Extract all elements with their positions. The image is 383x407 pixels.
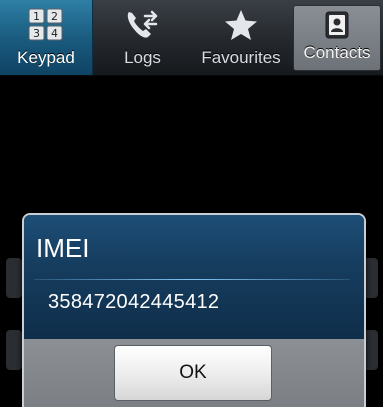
tab-favourites[interactable]: Favourites xyxy=(192,0,290,75)
keypad-digit-1: 1 xyxy=(33,10,40,23)
keypad-digit-2: 2 xyxy=(51,10,58,23)
imei-number: 358472042445412 xyxy=(48,291,220,313)
keypad-digit-4: 4 xyxy=(51,27,58,40)
tab-favourites-label: Favourites xyxy=(201,48,281,67)
keypad-digit-3: 3 xyxy=(33,27,40,40)
call-logs-icon xyxy=(125,8,161,42)
background-list-item xyxy=(6,330,22,370)
tab-logs-label: Logs xyxy=(124,48,161,67)
dialog-header: IMEI 358472042445412 xyxy=(24,215,364,339)
background-list-item xyxy=(6,258,22,298)
tab-logs[interactable]: Logs xyxy=(93,0,192,75)
ok-button[interactable]: OK xyxy=(114,345,272,401)
tab-contacts[interactable]: Contacts xyxy=(293,5,381,71)
tab-bar: 1 2 3 4 Keypad Logs Favourites Contacts xyxy=(0,0,383,76)
contact-card-icon xyxy=(322,10,352,40)
tab-keypad-label: Keypad xyxy=(17,48,75,67)
dialog-button-bar: OK xyxy=(24,339,364,407)
dialog-divider xyxy=(34,279,350,280)
dialog-title: IMEI xyxy=(36,233,90,263)
tab-keypad[interactable]: 1 2 3 4 Keypad xyxy=(0,0,93,75)
imei-dialog: IMEI 358472042445412 OK xyxy=(22,213,366,407)
keypad-icon: 1 2 3 4 xyxy=(28,8,64,42)
star-icon xyxy=(224,8,258,42)
tab-contacts-label: Contacts xyxy=(303,43,371,62)
